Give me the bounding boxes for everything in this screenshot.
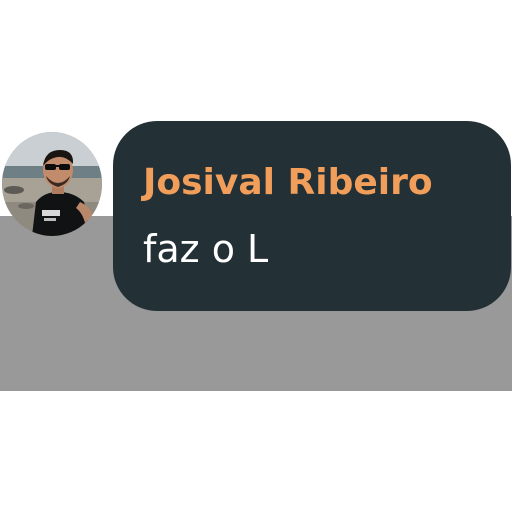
sender-avatar[interactable]	[2, 132, 102, 236]
message-text: faz o L	[143, 227, 269, 271]
sender-name: Josival Ribeiro	[143, 162, 433, 203]
avatar-photo-icon	[2, 132, 102, 236]
sticker-canvas: Josival Ribeiro faz o L	[0, 0, 512, 512]
message-bubble[interactable]: Josival Ribeiro faz o L	[113, 121, 511, 311]
